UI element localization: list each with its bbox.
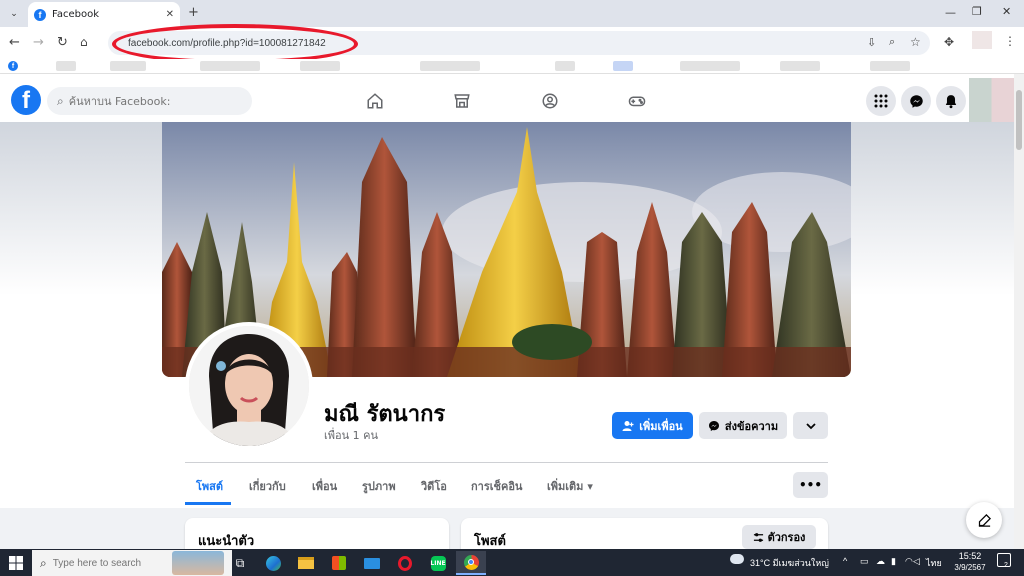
show-hidden-icons-chevron-icon[interactable]: ^ <box>843 556 847 566</box>
profile-avatar[interactable] <box>972 31 992 49</box>
reload-icon[interactable]: ↻ <box>57 35 68 50</box>
facebook-favicon-icon: f <box>34 8 46 21</box>
tab-more[interactable]: เพิ่มเติม ▾ <box>547 470 593 502</box>
nav-gaming-icon[interactable] <box>607 86 667 116</box>
bookmark-item[interactable] <box>56 61 76 71</box>
home-icon[interactable]: ⌂ <box>80 35 88 49</box>
opera-browser-icon[interactable] <box>390 551 420 575</box>
minimize-window-icon[interactable]: — <box>945 6 956 19</box>
notifications-bell-icon[interactable] <box>936 86 966 116</box>
scrollbar-thumb[interactable] <box>1016 90 1022 150</box>
zoom-icon[interactable]: ⌕ <box>889 35 895 49</box>
tab-photos[interactable]: รูปภาพ <box>362 470 396 502</box>
tab-friends[interactable]: เพื่อน <box>312 470 337 502</box>
search-highlight-image <box>172 551 224 575</box>
tab-search-chevron-icon[interactable]: ⌄ <box>6 6 22 22</box>
edge-browser-icon[interactable] <box>258 551 288 575</box>
messenger-icon[interactable] <box>901 86 931 116</box>
bookmark-facebook-icon[interactable]: f <box>8 61 18 71</box>
input-language[interactable]: ไทย <box>926 556 942 570</box>
bookmark-item[interactable] <box>780 61 820 71</box>
new-message-button[interactable] <box>966 502 1002 538</box>
add-friend-icon <box>622 420 634 431</box>
install-app-icon[interactable]: ⇩ <box>867 36 876 49</box>
search-icon: ⌕ <box>57 93 64 108</box>
filter-label: ตัวกรอง <box>767 531 806 544</box>
posts-card-title: โพสต์ <box>474 534 506 549</box>
ellipsis-icon: ••• <box>798 478 822 492</box>
clock-date[interactable]: 3/9/2567 <box>948 563 992 572</box>
profile-more-button[interactable] <box>793 412 828 439</box>
microsoft-store-icon[interactable] <box>324 551 354 575</box>
back-arrow-icon[interactable]: ← <box>9 35 20 50</box>
tab-about[interactable]: เกี่ยวกับ <box>249 470 286 502</box>
active-tab-indicator <box>185 502 231 505</box>
restore-window-icon[interactable]: ❐ <box>972 5 982 18</box>
browser-tab-facebook[interactable]: f Facebook ✕ <box>28 2 180 27</box>
friend-count[interactable]: เพื่อน 1 คน <box>324 426 378 444</box>
weather-text[interactable]: 31°C มีเมฆส่วนใหญ่ <box>750 556 829 570</box>
volume-icon[interactable]: ◁ <box>913 556 920 567</box>
battery-icon[interactable]: ▮ <box>891 556 896 567</box>
chrome-browser-icon[interactable] <box>456 551 486 575</box>
bookmark-star-icon[interactable]: ☆ <box>910 35 921 49</box>
bookmark-item[interactable] <box>680 61 740 71</box>
profile-picture[interactable] <box>185 322 313 450</box>
task-view-icon[interactable]: ⧉ <box>225 551 255 575</box>
nav-marketplace-icon[interactable] <box>432 86 492 116</box>
add-friend-button[interactable]: เพิ่มเพื่อน <box>612 412 693 439</box>
network-icon[interactable]: ▭ <box>860 556 869 567</box>
message-label: ส่งข้อความ <box>724 419 779 433</box>
windows-start-icon[interactable] <box>0 549 32 576</box>
compose-icon <box>978 513 991 527</box>
bookmark-item[interactable] <box>555 61 575 71</box>
add-friend-label: เพิ่มเพื่อน <box>639 419 683 433</box>
close-window-icon[interactable]: ✕ <box>1002 5 1011 18</box>
dropdown-arrow-icon: ▾ <box>587 479 593 493</box>
weather-cloud-icon <box>730 554 744 564</box>
account-avatar[interactable] <box>969 78 1014 124</box>
line-app-icon[interactable]: LINE <box>423 551 453 575</box>
intro-card-title: แนะนำตัว <box>198 534 255 549</box>
menu-grid-icon[interactable] <box>866 86 896 116</box>
clock-time[interactable]: 15:52 <box>955 551 985 561</box>
bookmark-item[interactable] <box>870 61 910 71</box>
bookmark-item[interactable] <box>613 61 633 71</box>
bookmark-item[interactable] <box>300 61 340 71</box>
messenger-small-icon <box>708 420 719 431</box>
message-button[interactable]: ส่งข้อความ <box>699 412 787 439</box>
chevron-down-icon <box>805 422 816 429</box>
facebook-search[interactable]: ⌕ <box>47 87 252 115</box>
tab-videos[interactable]: วิดีโอ <box>421 470 447 502</box>
close-tab-icon[interactable]: ✕ <box>166 9 174 20</box>
tab-checkins[interactable]: การเช็คอิน <box>471 470 522 502</box>
taskbar-search-icon: ⌕ <box>40 555 47 570</box>
mail-icon[interactable] <box>357 551 387 575</box>
bookmark-item[interactable] <box>200 61 260 71</box>
notification-count-badge: 2 <box>1004 562 1008 569</box>
tab-title: Facebook <box>52 9 99 20</box>
bookmark-item[interactable] <box>420 61 480 71</box>
browser-menu-icon[interactable]: ⋮ <box>1004 34 1016 48</box>
facebook-logo[interactable]: f <box>11 85 41 115</box>
tab-more-label: เพิ่มเติม <box>547 480 584 493</box>
nav-home-icon[interactable] <box>345 86 405 116</box>
onedrive-icon[interactable]: ☁ <box>876 556 885 567</box>
url-highlight-annotation <box>112 24 358 64</box>
facebook-search-input[interactable] <box>68 94 239 108</box>
wifi-icon[interactable]: ◠ <box>905 556 913 567</box>
tab-posts[interactable]: โพสต์ <box>196 470 223 502</box>
extensions-puzzle-icon[interactable]: ✥ <box>944 35 954 49</box>
forward-arrow-icon[interactable]: → <box>33 35 44 50</box>
more-options-button[interactable]: ••• <box>793 472 828 498</box>
bookmark-item[interactable] <box>110 61 146 71</box>
filter-button[interactable]: ตัวกรอง <box>742 525 816 549</box>
filter-sliders-icon <box>753 532 763 542</box>
new-tab-button[interactable]: + <box>188 5 199 20</box>
file-explorer-icon[interactable] <box>291 551 321 575</box>
nav-groups-icon[interactable] <box>520 86 580 116</box>
profile-divider <box>185 462 828 463</box>
